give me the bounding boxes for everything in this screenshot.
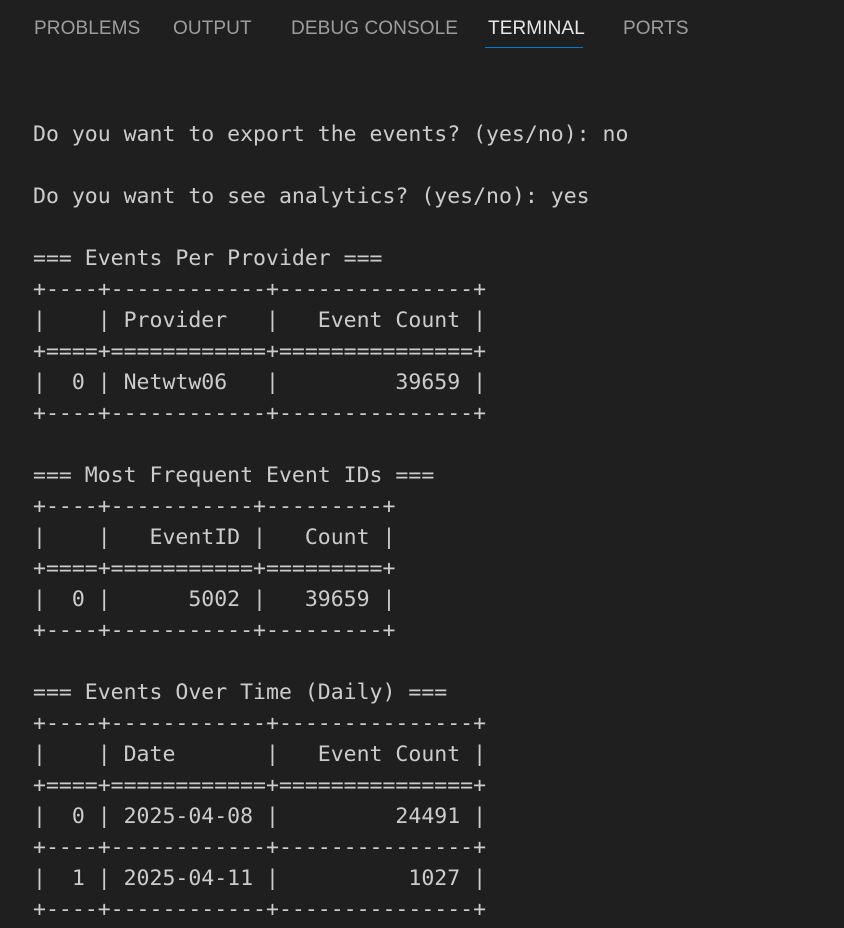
terminal-line: +====+============+===============+ xyxy=(33,339,487,364)
terminal-line: | 0 | 5002 | 39659 | xyxy=(33,587,396,612)
terminal-line: +----+------------+---------------+ xyxy=(33,835,487,860)
terminal-line: +----+------------+---------------+ xyxy=(33,711,487,736)
terminal-line: +----+------------+---------------+ xyxy=(33,277,487,302)
terminal-line: === Events Over Time (Daily) === xyxy=(33,680,448,705)
terminal-line: | | Date | Event Count | xyxy=(33,742,487,767)
terminal-line: +====+===========+=========+ xyxy=(33,556,396,581)
terminal-line: +----+-----------+---------+ xyxy=(33,618,396,643)
terminal-line: +----+------------+---------------+ xyxy=(33,401,487,426)
terminal-line: === Most Frequent Event IDs === xyxy=(33,463,435,488)
tab-debug-console[interactable]: DEBUG CONSOLE xyxy=(291,18,458,40)
terminal-panel: PROBLEMS OUTPUT DEBUG CONSOLE TERMINAL P… xyxy=(0,0,844,928)
terminal-line: Do you want to see analytics? (yes/no): … xyxy=(33,184,590,209)
terminal-line: +----+------------+---------------+ xyxy=(33,897,487,922)
panel-tab-bar: PROBLEMS OUTPUT DEBUG CONSOLE TERMINAL P… xyxy=(0,0,844,62)
terminal-output[interactable]: Do you want to export the events? (yes/n… xyxy=(33,88,844,928)
tab-ports[interactable]: PORTS xyxy=(623,18,689,40)
terminal-line: +----+-----------+---------+ xyxy=(33,494,396,519)
terminal-line: | 0 | 2025-04-08 | 24491 | xyxy=(33,804,487,829)
terminal-line: | 0 | Netwtw06 | 39659 | xyxy=(33,370,487,395)
terminal-line: === Events Per Provider === xyxy=(33,246,383,271)
terminal-line: Do you want to export the events? (yes/n… xyxy=(33,122,629,147)
tab-terminal[interactable]: TERMINAL xyxy=(488,18,585,40)
terminal-line: | | Provider | Event Count | xyxy=(33,308,487,333)
terminal-line: +====+============+===============+ xyxy=(33,773,487,798)
active-tab-indicator xyxy=(485,47,583,48)
tab-problems[interactable]: PROBLEMS xyxy=(34,18,140,40)
terminal-line: | 1 | 2025-04-11 | 1027 | xyxy=(33,866,487,891)
tab-output[interactable]: OUTPUT xyxy=(173,18,252,40)
terminal-line: | | EventID | Count | xyxy=(33,525,396,550)
